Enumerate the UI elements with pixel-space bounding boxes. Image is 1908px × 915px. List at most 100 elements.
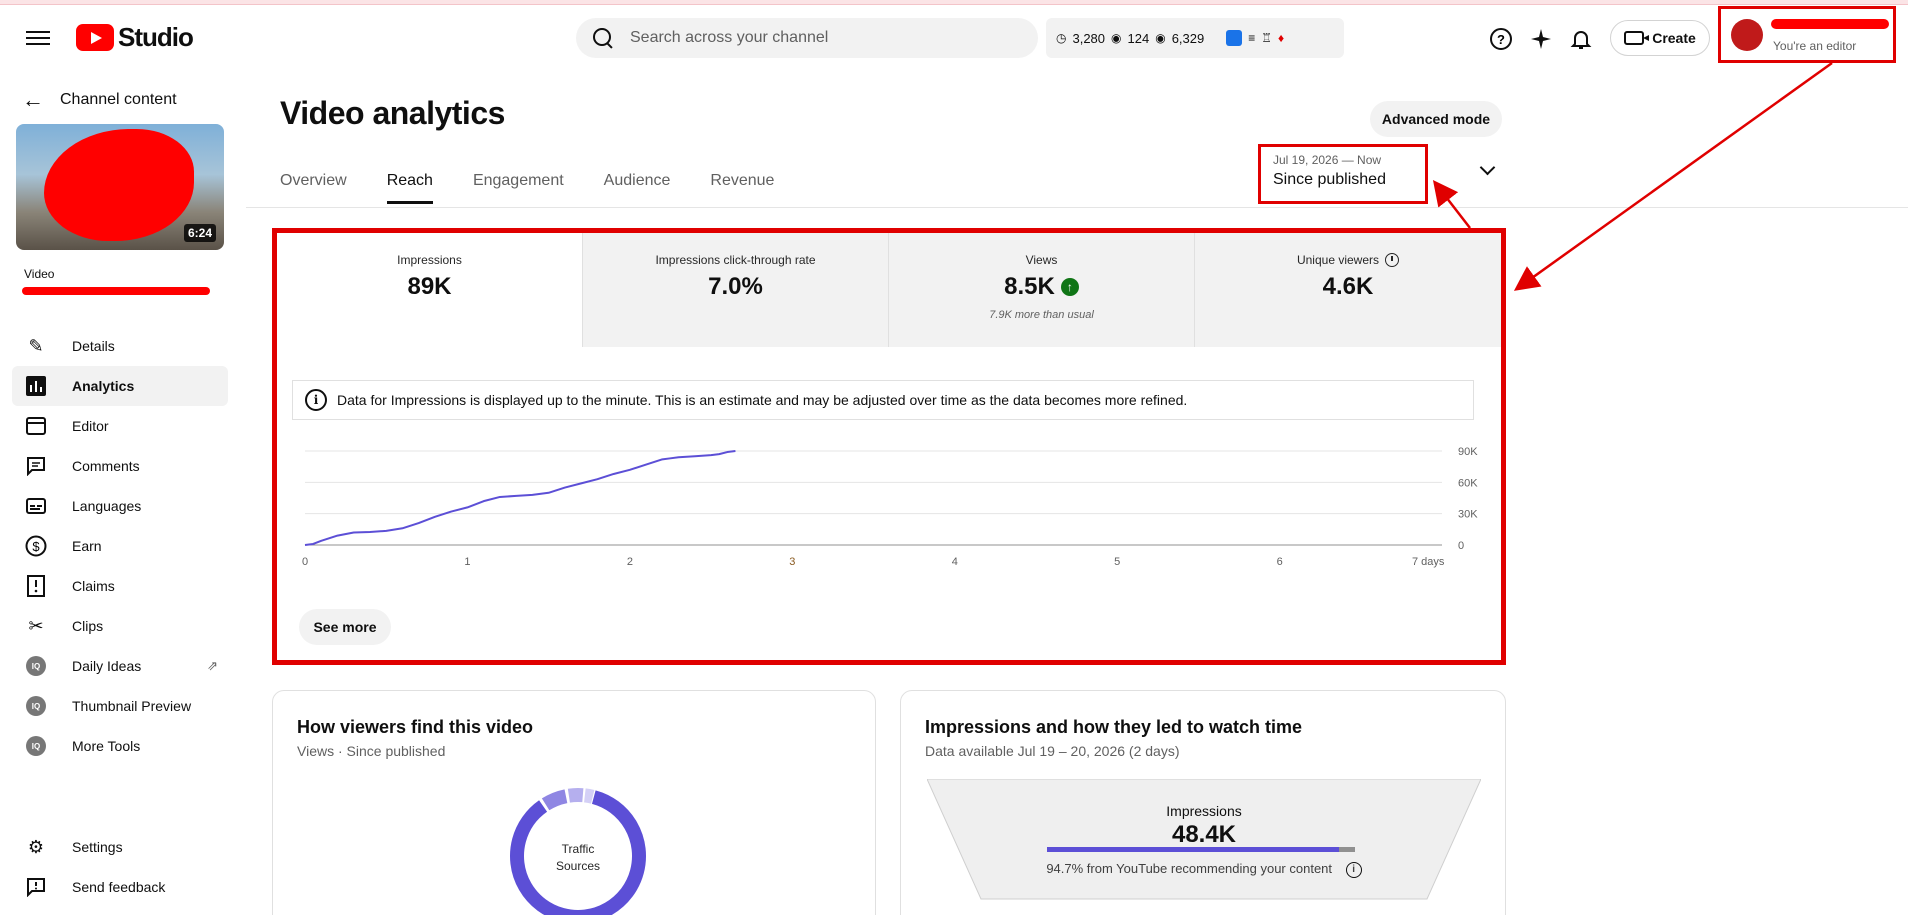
sidebar-item-editor[interactable]: Editor: [12, 406, 228, 446]
metric-value: 8.5K: [1004, 273, 1055, 300]
video-label: Video: [24, 267, 55, 281]
clock-icon: ◷: [1056, 31, 1067, 45]
sidebar-item-label: Settings: [72, 839, 123, 855]
metric-ctr[interactable]: Impressions click-through rate 7.0%: [583, 233, 889, 347]
metric-unique-viewers[interactable]: Unique viewers 4.6K: [1195, 233, 1501, 347]
see-more-button[interactable]: See more: [299, 609, 391, 645]
funnel-value: 48.4K: [1171, 821, 1237, 848]
tab-reach[interactable]: Reach: [386, 162, 434, 204]
donut-label-1: Traffic: [562, 842, 595, 856]
watch-hours: 3,280: [1072, 30, 1106, 46]
sidebar-item-send-feedback[interactable]: Send feedback: [12, 867, 228, 907]
notification-small-icon[interactable]: ♦: [1278, 31, 1284, 45]
info-icon[interactable]: i: [1345, 861, 1362, 878]
video-thumbnail[interactable]: 6:24: [16, 124, 224, 250]
metric-impressions[interactable]: Impressions 89K: [277, 233, 583, 347]
x-tick-label: 7 days: [1412, 556, 1445, 568]
help-icon[interactable]: ?: [1489, 27, 1513, 51]
studio-logo[interactable]: Studio: [76, 22, 194, 53]
account-role: You're an editor: [1773, 39, 1857, 53]
tab-overview[interactable]: Overview: [280, 162, 347, 204]
search-icon: [592, 27, 614, 49]
extension-icon[interactable]: [1226, 30, 1243, 46]
sidebar-item-comments[interactable]: Comments: [12, 446, 228, 486]
series-line: [304, 450, 736, 546]
metric-views[interactable]: Views 8.5K ↑ 7.9K more than usual: [889, 233, 1195, 347]
sidebar-item-analytics[interactable]: Analytics: [12, 366, 228, 406]
card-subtitle: Views · Since published: [297, 743, 446, 759]
gear-icon: ⚙: [27, 836, 45, 857]
feedback-icon: [24, 875, 48, 899]
bell-icon[interactable]: [1569, 27, 1593, 51]
sidebar-item-more-tools[interactable]: IQ More Tools: [12, 726, 228, 766]
search-bar[interactable]: [576, 18, 1038, 58]
sidebar-item-label: Clips: [72, 618, 104, 634]
tab-engagement[interactable]: Engagement: [473, 162, 564, 204]
x-tick-label: 2: [627, 556, 633, 568]
y-tick-label: 60K: [1458, 477, 1478, 489]
funnel-note-row: 94.7% from YouTube recommending your con…: [927, 861, 1481, 878]
impressions-chart-svg: 0 30K 60K 90K 0 1 2 3 4 5 6 7 days: [302, 446, 1478, 568]
sidebar-item-details[interactable]: ✎ Details: [12, 326, 228, 366]
advanced-mode-button[interactable]: Advanced mode: [1370, 101, 1502, 137]
impressions-funnel[interactable]: Impressions 48.4K 94.7% from YouTube rec…: [927, 779, 1481, 915]
list-icon[interactable]: ≡: [1248, 31, 1255, 45]
clock-icon: [1385, 253, 1400, 267]
chevron-down-icon[interactable]: [1478, 160, 1498, 180]
metric-value: 7.0%: [708, 273, 763, 300]
sparkle-icon[interactable]: [1529, 27, 1553, 51]
tool-icon: IQ: [24, 694, 48, 718]
channel-stats[interactable]: ◷ 3,280 ◉ 124 ◉ 6,329 ≡ ♖ ♦: [1046, 18, 1344, 58]
metric-label: Views: [1025, 253, 1058, 267]
video-duration: 6:24: [183, 224, 216, 242]
sidebar-item-settings[interactable]: ⚙ Settings: [12, 827, 228, 867]
sidebar-item-languages[interactable]: Languages: [12, 486, 228, 526]
app-name: Studio: [118, 22, 194, 52]
metric-label: Unique viewers: [1296, 253, 1380, 267]
comments-icon: [24, 454, 48, 478]
tab-audience[interactable]: Audience: [604, 162, 671, 204]
sidebar-item-daily-ideas[interactable]: IQ Daily Ideas ⇗: [12, 646, 228, 686]
camera-plus-icon: [1624, 31, 1650, 45]
trophy-icon[interactable]: ♖: [1261, 31, 1272, 45]
metric-tabs: Impressions 89K Impressions click-throug…: [277, 233, 1501, 347]
header: Studio ◷ 3,280 ◉ 124 ◉ 6,329 ≡ ♖ ♦ ? Cre…: [0, 5, 1908, 69]
sidebar-item-earn[interactable]: $ Earn: [12, 526, 228, 566]
impressions-chart: 0 30K 60K 90K 0 1 2 3 4 5 6 7 days: [292, 433, 1492, 578]
menu-icon[interactable]: [26, 27, 50, 47]
x-tick-label: 4: [952, 556, 958, 568]
sidebar-item-claims[interactable]: Claims: [12, 566, 228, 606]
metric-label-row: Unique viewers: [1195, 253, 1501, 267]
funnel-label: Impressions: [1166, 803, 1242, 819]
back-to-content[interactable]: ← Channel content: [22, 87, 177, 113]
back-arrow-icon: ←: [22, 87, 44, 112]
search-input[interactable]: [630, 29, 1010, 47]
redaction-blob: [44, 129, 194, 241]
date-range-selector[interactable]: Jul 19, 2026 — Now Since published: [1258, 144, 1428, 204]
sidebar-item-label: More Tools: [72, 738, 141, 754]
y-tick-label: 90K: [1458, 446, 1478, 458]
x-tick-label: 1: [464, 556, 470, 568]
info-text: Data for Impressions is displayed up to …: [337, 392, 1188, 408]
traffic-donut[interactable]: Traffic Sources: [503, 781, 653, 915]
sidebar-item-thumbnail-preview[interactable]: IQ Thumbnail Preview: [12, 686, 228, 726]
subtitles-icon: [24, 494, 48, 518]
sidebar-nav: ✎ Details Analytics Editor Comments Lang…: [12, 326, 228, 766]
sidebar-item-label: Thumbnail Preview: [72, 698, 192, 714]
create-button[interactable]: Create: [1610, 20, 1710, 56]
sidebar: ← Channel content 6:24 Video ✎ Details A…: [0, 69, 240, 915]
info-icon: i: [305, 389, 327, 411]
metric-value-row: 8.5K ↑: [889, 273, 1194, 301]
sidebar-item-clips[interactable]: ✂ Clips: [12, 606, 228, 646]
date-range: Jul 19, 2026 — Now: [1273, 153, 1382, 167]
svg-text:?: ?: [1497, 32, 1505, 47]
x-tick-label: 6: [1277, 556, 1283, 568]
tab-revenue[interactable]: Revenue: [710, 162, 774, 204]
sidebar-item-label: Earn: [72, 538, 102, 554]
annotation-arrow: [1432, 180, 1471, 229]
tool-icon: IQ: [24, 734, 48, 758]
account-switcher[interactable]: You're an editor: [1718, 6, 1896, 63]
eye-icon: ◉: [1111, 31, 1122, 45]
donut-label-2: Sources: [556, 859, 600, 873]
pencil-icon: ✎: [28, 335, 44, 356]
